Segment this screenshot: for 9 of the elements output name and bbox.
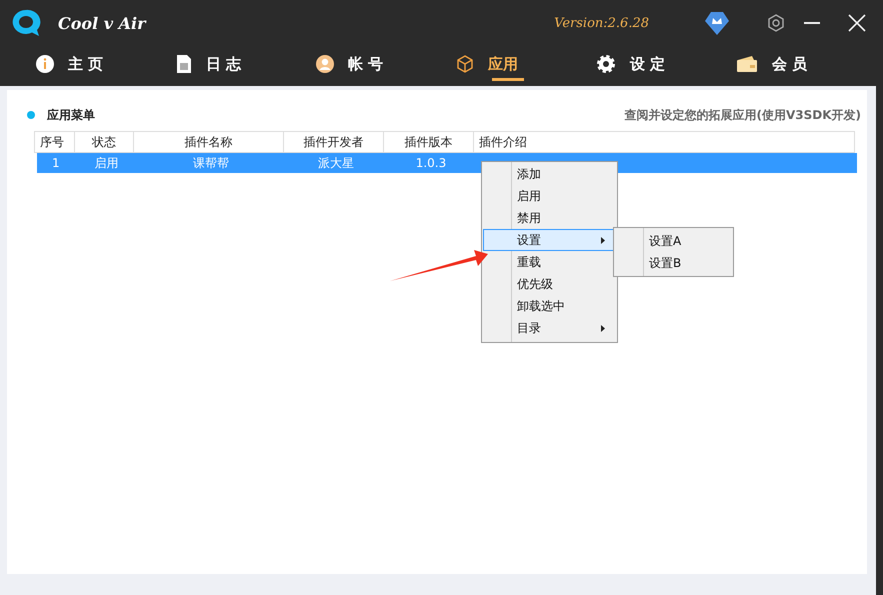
table-cell-text: 派大星 [317,155,355,172]
table-cell-text: 1 [51,155,61,172]
table-cell-text: 课帮帮 [192,155,230,172]
table-cell-text: 启用 [94,155,120,172]
panel-hint: 查阅并设定您的拓展应用(使用V3SDK开发) [624,106,861,124]
panel-title: 应用菜单 [47,106,95,124]
version-label: Version:2.6.28 [554,16,649,30]
app-title: Cool v Air [58,14,146,32]
table-cell-text: 1.0.3 [414,155,448,172]
